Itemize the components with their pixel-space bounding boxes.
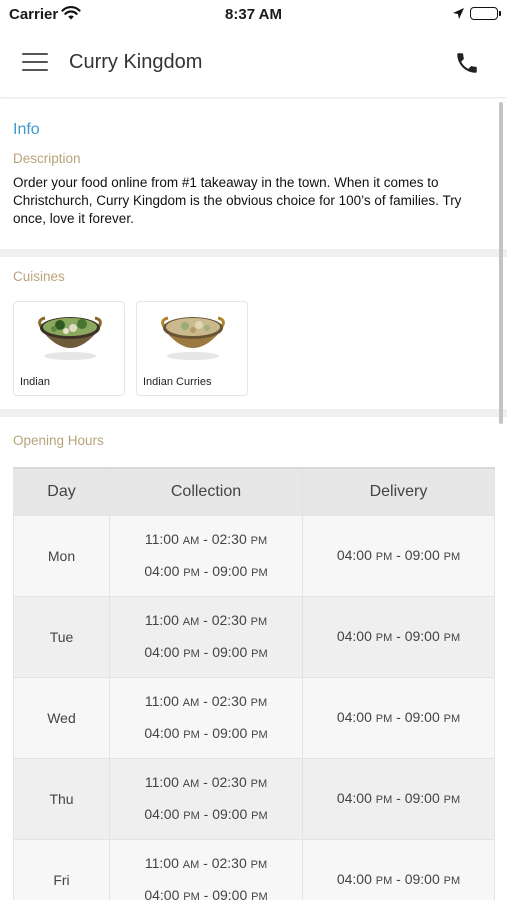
time-slot: 11:00 AM - 02:30 PM xyxy=(144,773,268,790)
app-title: Curry Kingdom xyxy=(69,51,203,73)
hours-table-body: Mon 11:00 AM - 02:30 PM 04:00 PM - 09:00 P… xyxy=(13,514,495,900)
column-header-day: Day xyxy=(13,467,110,516)
opening-hours-table: Day Collection Delivery Mon 11:00 AM - 02… xyxy=(13,467,495,900)
page-content[interactable]: Info Description Order your food online … xyxy=(0,99,507,900)
info-title: Info xyxy=(13,121,40,138)
time-slot: 11:00 AM - 02:30 PM xyxy=(144,692,268,709)
cuisine-card-indian-curries[interactable]: Indian Curries xyxy=(136,301,248,396)
table-row: Fri 11:00 AM - 02:30 PM 04:00 PM - 09:00 P… xyxy=(13,838,495,900)
collection-cell: 11:00 AM - 02:30 PM 04:00 PM - 09:00 PM xyxy=(109,595,303,678)
delivery-cell: 04:00 PM - 09:00 PM xyxy=(302,595,495,678)
curry-bowl-icon xyxy=(161,316,225,360)
day-cell: Thu xyxy=(13,757,110,840)
status-bar: Carrier 8:37 AM xyxy=(0,0,507,30)
cuisine-list: Indian Indian Curries xyxy=(13,301,494,396)
collection-cell: 11:00 AM - 02:30 PM 04:00 PM - 09:00 PM xyxy=(109,514,303,597)
time-slot: 04:00 PM - 09:00 PM xyxy=(144,886,268,900)
column-header-collection: Collection xyxy=(109,467,303,516)
curry-bowl-icon xyxy=(38,316,102,360)
day-cell: Wed xyxy=(13,676,110,759)
day-cell: Fri xyxy=(13,838,110,900)
info-section: Info Description Order your food online … xyxy=(0,99,507,249)
status-time: 8:37 AM xyxy=(225,6,282,23)
time-slot: 04:00 PM - 09:00 PM xyxy=(336,870,461,887)
opening-hours-label: Opening Hours xyxy=(13,433,104,448)
app-bar: Curry Kingdom xyxy=(0,30,507,98)
time-slot: 04:00 PM - 09:00 PM xyxy=(144,724,268,741)
time-slot: 04:00 PM - 09:00 PM xyxy=(144,562,268,579)
collection-cell: 11:00 AM - 02:30 PM 04:00 PM - 09:00 PM xyxy=(109,757,303,840)
cuisine-name: Indian xyxy=(20,376,50,388)
phone-icon[interactable] xyxy=(454,50,482,78)
day-cell: Mon xyxy=(13,514,110,597)
description-text: Order your food online from #1 takeaway … xyxy=(13,175,462,226)
time-slot: 11:00 AM - 02:30 PM xyxy=(144,530,268,547)
table-row: Mon 11:00 AM - 02:30 PM 04:00 PM - 09:00 P… xyxy=(13,514,495,597)
delivery-cell: 04:00 PM - 09:00 PM xyxy=(302,838,495,900)
delivery-cell: 04:00 PM - 09:00 PM xyxy=(302,757,495,840)
delivery-cell: 04:00 PM - 09:00 PM xyxy=(302,676,495,759)
time-slot: 11:00 AM - 02:30 PM xyxy=(144,611,268,628)
time-slot: 04:00 PM - 09:00 PM xyxy=(144,805,268,822)
table-row: Wed 11:00 AM - 02:30 PM 04:00 PM - 09:00 P… xyxy=(13,676,495,759)
hamburger-menu-icon[interactable] xyxy=(22,50,48,74)
day-cell: Tue xyxy=(13,595,110,678)
collection-cell: 11:00 AM - 02:30 PM 04:00 PM - 09:00 PM xyxy=(109,676,303,759)
location-arrow-icon xyxy=(452,7,465,25)
column-header-delivery: Delivery xyxy=(302,467,495,516)
time-slot: 04:00 PM - 09:00 PM xyxy=(336,546,461,563)
cuisine-name: Indian Curries xyxy=(143,376,212,388)
table-header-row: Day Collection Delivery xyxy=(13,467,495,516)
time-slot: 04:00 PM - 09:00 PM xyxy=(144,643,268,660)
collection-cell: 11:00 AM - 02:30 PM 04:00 PM - 09:00 PM xyxy=(109,838,303,900)
cuisine-card-indian[interactable]: Indian xyxy=(13,301,125,396)
table-row: Thu 11:00 AM - 02:30 PM 04:00 PM - 09:00 P… xyxy=(13,757,495,840)
delivery-cell: 04:00 PM - 09:00 PM xyxy=(302,514,495,597)
table-row: Tue 11:00 AM - 02:30 PM 04:00 PM - 09:00 P… xyxy=(13,595,495,678)
description-label: Description xyxy=(13,151,81,166)
cuisines-label: Cuisines xyxy=(13,269,65,284)
scrollbar[interactable] xyxy=(499,102,503,424)
time-slot: 04:00 PM - 09:00 PM xyxy=(336,708,461,725)
time-slot: 11:00 AM - 02:30 PM xyxy=(144,854,268,871)
time-slot: 04:00 PM - 09:00 PM xyxy=(336,789,461,806)
cuisines-section: Cuisines Indian Indian Curries xyxy=(0,257,507,409)
time-slot: 04:00 PM - 09:00 PM xyxy=(336,627,461,644)
battery-icon xyxy=(470,7,501,20)
opening-hours-section: Opening Hours Day Collection Delivery Mo… xyxy=(0,417,507,900)
